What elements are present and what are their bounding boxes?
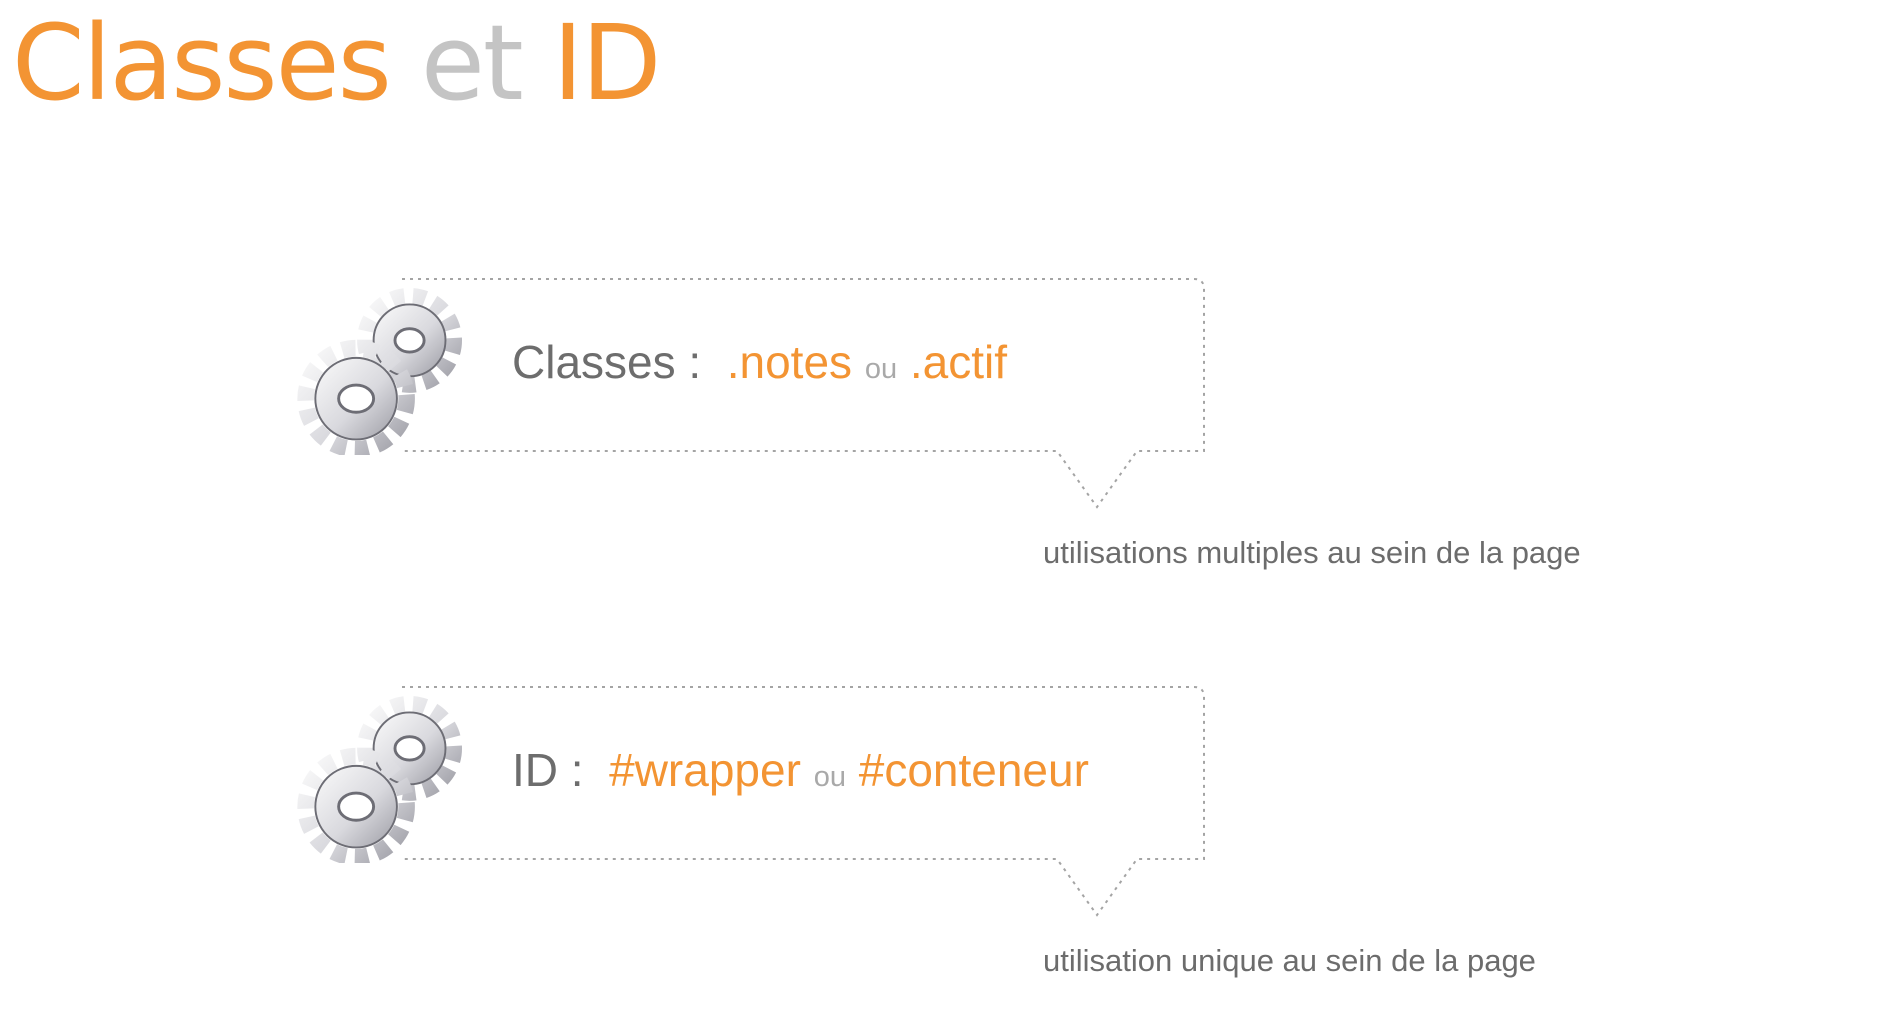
selector-actif: .actif (909, 336, 1008, 388)
callout-classes: Classes : .notes ou .actif (290, 275, 1240, 535)
callout-line: Classes : .notes ou .actif (512, 335, 1007, 390)
gears-icon (297, 695, 463, 863)
gears-icon (297, 287, 463, 455)
connector-ou: ou (813, 761, 846, 793)
selector-conteneur: #conteneur (858, 744, 1089, 796)
callout-line: ID : #wrapper ou #conteneur (512, 743, 1089, 798)
note-id: utilisation unique au sein de la page (1043, 943, 1536, 978)
callout-label: ID : (512, 744, 584, 796)
note-classes: utilisations multiples au sein de la pag… (1043, 535, 1581, 570)
title-id: ID (552, 2, 662, 124)
connector-ou: ou (864, 353, 898, 385)
callout-id: ID : #wrapper ou #conteneur (290, 683, 1240, 943)
title-et: et (420, 2, 524, 124)
selector-wrapper: #wrapper (609, 744, 801, 796)
title-classes: Classes (12, 2, 392, 124)
slide-title: Classes et ID (12, 2, 662, 124)
callout-label: Classes : (512, 336, 702, 388)
selector-notes: .notes (726, 336, 853, 388)
